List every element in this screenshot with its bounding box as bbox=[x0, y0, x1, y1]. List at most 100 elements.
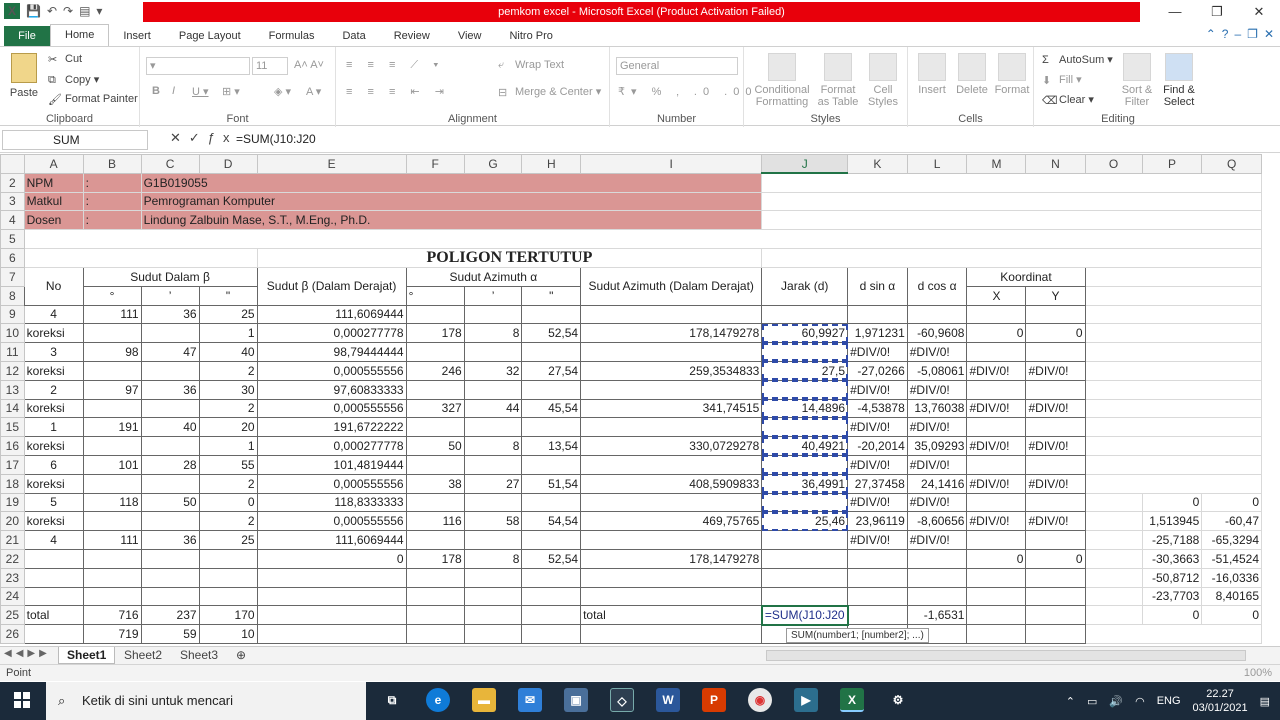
cell[interactable] bbox=[256, 567, 407, 588]
collapse-ribbon-icon[interactable]: ⌃ bbox=[1206, 27, 1216, 41]
cell[interactable]: 24,1416 bbox=[906, 473, 968, 494]
tab-view[interactable]: View bbox=[444, 26, 496, 46]
chrome-icon[interactable]: ◉ bbox=[748, 688, 772, 712]
cell[interactable] bbox=[761, 492, 849, 513]
row-header[interactable]: 12 bbox=[0, 360, 25, 381]
horizontal-align-icons[interactable]: ≡ ≡ ≡ ⇤ ⇥ bbox=[346, 85, 450, 98]
cell[interactable] bbox=[966, 605, 1027, 626]
cell[interactable] bbox=[256, 586, 407, 607]
row-header[interactable]: 7 bbox=[0, 266, 25, 287]
row-header[interactable]: 18 bbox=[0, 473, 25, 494]
cell[interactable]: koreksi bbox=[23, 511, 84, 532]
cell[interactable]: 27,54 bbox=[521, 360, 582, 381]
header-sudut-dalam[interactable]: Sudut Dalam β bbox=[82, 266, 258, 287]
cell[interactable]: 98,79444444 bbox=[256, 342, 407, 362]
cell[interactable]: 13,54 bbox=[521, 436, 582, 456]
empty-cells[interactable] bbox=[1084, 266, 1262, 287]
cell[interactable]: #DIV/0! bbox=[847, 417, 908, 438]
formula-bar-icons[interactable]: ✕✓ƒx bbox=[170, 130, 238, 146]
doc-minimize-icon[interactable]: – bbox=[1234, 27, 1241, 41]
cell[interactable] bbox=[580, 530, 763, 550]
cell[interactable]: 1 bbox=[198, 436, 258, 456]
cell[interactable] bbox=[521, 624, 582, 644]
row-header[interactable]: 21 bbox=[0, 530, 25, 550]
cell[interactable]: 118,8333333 bbox=[256, 492, 407, 513]
cell[interactable] bbox=[1025, 417, 1086, 438]
row-header[interactable]: 14 bbox=[0, 398, 25, 419]
tab-review[interactable]: Review bbox=[380, 26, 444, 46]
cell[interactable]: -60,47 bbox=[1201, 511, 1262, 532]
cell[interactable]: 10 bbox=[198, 624, 258, 644]
cell[interactable] bbox=[1025, 567, 1086, 588]
cell[interactable]: -30,3663 bbox=[1141, 548, 1203, 569]
cell[interactable]: 178 bbox=[405, 548, 465, 569]
redo-icon[interactable]: ↷ bbox=[63, 4, 73, 18]
cell[interactable]: 4 bbox=[23, 530, 84, 550]
cell[interactable]: 0 bbox=[966, 323, 1027, 344]
header-az-degree[interactable]: ° bbox=[405, 285, 465, 306]
cell[interactable] bbox=[1025, 379, 1086, 400]
cell[interactable]: 111,6069444 bbox=[256, 530, 407, 550]
cell[interactable] bbox=[761, 417, 849, 438]
cell[interactable] bbox=[140, 548, 200, 569]
cell[interactable] bbox=[405, 567, 465, 588]
cell[interactable]: 35,09293 bbox=[906, 436, 968, 456]
cell[interactable]: 237 bbox=[140, 605, 200, 626]
cell[interactable] bbox=[906, 567, 968, 588]
cell[interactable]: 2 bbox=[198, 473, 258, 494]
cell[interactable]: #DIV/0! bbox=[847, 454, 908, 475]
find-select-button[interactable]: Find & Select bbox=[1158, 53, 1200, 108]
insert-cells-button[interactable]: Insert bbox=[912, 53, 952, 96]
cell[interactable] bbox=[140, 360, 200, 381]
cell[interactable] bbox=[405, 454, 465, 475]
cell[interactable]: 14,4896 bbox=[761, 398, 849, 419]
doc-restore-icon[interactable]: ❐ bbox=[1247, 27, 1258, 41]
cell[interactable]: 5 bbox=[23, 492, 84, 513]
borders-icon[interactable]: ⊞ ▾ bbox=[222, 85, 240, 98]
cell[interactable] bbox=[1084, 548, 1143, 569]
cell-a4[interactable]: Dosen bbox=[23, 210, 84, 231]
cell[interactable] bbox=[1025, 454, 1086, 475]
header-azimuth-deg[interactable]: Sudut Azimuth (Dalam Derajat) bbox=[580, 266, 763, 306]
cell[interactable]: 101 bbox=[82, 454, 142, 475]
print-preview-icon[interactable]: ▤ bbox=[79, 4, 90, 18]
column-header[interactable]: Q bbox=[1201, 154, 1262, 174]
cell[interactable] bbox=[966, 342, 1027, 362]
cell[interactable]: 58 bbox=[463, 511, 523, 532]
cell[interactable] bbox=[405, 417, 465, 438]
cell[interactable] bbox=[847, 567, 908, 588]
restore-icon[interactable]: ❐ bbox=[1196, 0, 1238, 24]
cell[interactable] bbox=[761, 567, 849, 588]
worksheet-grid[interactable]: A B C D E F G H I J K L M N O P Q 2 NPM … bbox=[0, 154, 1262, 646]
cell[interactable] bbox=[405, 624, 465, 644]
cell[interactable] bbox=[847, 548, 908, 569]
column-header[interactable]: C bbox=[140, 154, 200, 174]
cell[interactable] bbox=[23, 548, 84, 569]
empty-cells[interactable] bbox=[1084, 342, 1262, 362]
cell[interactable]: 44 bbox=[463, 398, 523, 419]
empty-cells[interactable] bbox=[761, 210, 1262, 231]
cell[interactable] bbox=[761, 342, 849, 362]
empty-cells[interactable] bbox=[1084, 304, 1262, 325]
header-x[interactable]: X bbox=[966, 285, 1027, 306]
save-icon[interactable]: 💾 bbox=[26, 4, 41, 18]
cell[interactable]: -16,0336 bbox=[1201, 567, 1262, 588]
cell[interactable]: 2 bbox=[198, 398, 258, 419]
cell[interactable]: #DIV/0! bbox=[966, 360, 1027, 381]
cell[interactable]: 0 bbox=[256, 548, 407, 569]
cell[interactable] bbox=[966, 417, 1027, 438]
row-header[interactable]: 5 bbox=[0, 229, 25, 249]
cell[interactable]: -25,7188 bbox=[1141, 530, 1203, 550]
sheet-tab-sheet1[interactable]: Sheet1 bbox=[58, 647, 116, 664]
cell[interactable] bbox=[23, 624, 84, 644]
cell[interactable]: 0 bbox=[1025, 548, 1086, 569]
cell[interactable]: 38 bbox=[405, 473, 465, 494]
column-header[interactable]: M bbox=[966, 154, 1027, 174]
undo-icon[interactable]: ↶ bbox=[47, 4, 57, 18]
cell[interactable] bbox=[1025, 624, 1086, 644]
row-header[interactable]: 6 bbox=[0, 247, 25, 268]
cell[interactable] bbox=[761, 586, 849, 607]
cell[interactable]: 3 bbox=[23, 342, 84, 362]
cell[interactable] bbox=[521, 492, 582, 513]
column-header[interactable]: A bbox=[23, 154, 84, 174]
